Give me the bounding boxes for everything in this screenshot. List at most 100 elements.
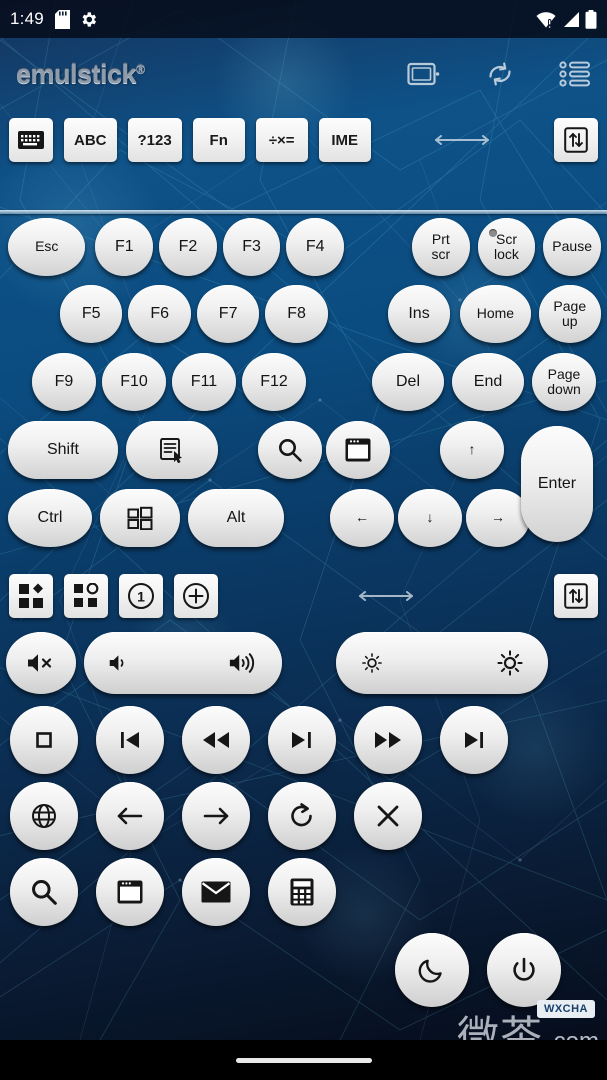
brightness-up-button[interactable] bbox=[496, 649, 524, 677]
rewind-icon bbox=[201, 728, 231, 752]
key-f9[interactable]: F9 bbox=[32, 353, 96, 411]
keyboard-panel: Esc F1 F2 F3 F4 Prt scr Scr lock Pause F… bbox=[0, 214, 607, 552]
sync-icon[interactable] bbox=[485, 60, 515, 88]
fast-forward-button[interactable] bbox=[354, 706, 422, 774]
app-my-computer-button[interactable] bbox=[96, 858, 164, 926]
key-home[interactable]: Home bbox=[460, 285, 531, 343]
app-mail-button[interactable] bbox=[182, 858, 250, 926]
key-context-menu[interactable] bbox=[126, 421, 218, 479]
key-pagedown[interactable]: Page down bbox=[532, 353, 596, 411]
gesture-home-pill[interactable] bbox=[235, 1057, 372, 1063]
browser-stop-button[interactable] bbox=[354, 782, 422, 850]
function-row-3: F9 F10 F11 F12 Del End Page down bbox=[6, 348, 601, 416]
key-alt[interactable]: Alt bbox=[188, 489, 284, 547]
key-end[interactable]: End bbox=[452, 353, 524, 411]
shapes-filled-icon bbox=[18, 583, 44, 609]
swap-layout-button-2[interactable] bbox=[554, 574, 598, 618]
fn-mode-button[interactable]: Fn bbox=[192, 118, 245, 162]
mail-icon bbox=[201, 881, 231, 903]
key-ctrl[interactable]: Ctrl bbox=[8, 489, 92, 547]
cellular-signal-icon bbox=[561, 11, 580, 28]
list-menu-icon[interactable] bbox=[559, 61, 591, 87]
keyboard-toggle-button[interactable] bbox=[9, 118, 53, 162]
search-icon-2 bbox=[30, 878, 58, 906]
window-icon-2 bbox=[117, 880, 143, 904]
symbols-mode-button[interactable]: ?123 bbox=[127, 118, 182, 162]
key-pageup[interactable]: Page up bbox=[538, 285, 601, 343]
status-bar: 1:49 bbox=[0, 0, 607, 38]
layout-filled-button[interactable] bbox=[9, 574, 53, 618]
close-x-icon bbox=[375, 803, 401, 829]
key-scrlock[interactable]: Scr lock bbox=[477, 218, 536, 276]
device-screen-icon[interactable] bbox=[407, 61, 441, 87]
key-prtscr[interactable]: Prt scr bbox=[412, 218, 470, 276]
next-track-button[interactable] bbox=[440, 706, 508, 774]
sleep-button[interactable] bbox=[395, 933, 469, 1007]
ime-mode-button[interactable]: IME bbox=[318, 118, 371, 162]
modifier-row-1: Shift ↑ bbox=[6, 416, 601, 484]
rewind-button[interactable] bbox=[182, 706, 250, 774]
volume-down-button[interactable] bbox=[108, 651, 134, 675]
key-f10[interactable]: F10 bbox=[102, 353, 166, 411]
volume-pill[interactable] bbox=[84, 632, 282, 694]
add-profile-button[interactable] bbox=[174, 574, 218, 618]
play-pause-icon bbox=[289, 728, 315, 752]
math-mode-button[interactable]: ÷×= bbox=[255, 118, 308, 162]
context-menu-icon bbox=[159, 437, 185, 463]
stop-button[interactable] bbox=[10, 706, 78, 774]
app-calculator-button[interactable] bbox=[268, 858, 336, 926]
key-f1[interactable]: F1 bbox=[95, 218, 154, 276]
previous-track-button[interactable] bbox=[96, 706, 164, 774]
app-header: emulstick® bbox=[0, 38, 607, 110]
key-f11[interactable]: F11 bbox=[172, 353, 236, 411]
key-search[interactable] bbox=[258, 421, 322, 479]
swap-layout-button[interactable] bbox=[554, 118, 598, 162]
key-f4[interactable]: F4 bbox=[286, 218, 345, 276]
app-search-button[interactable] bbox=[10, 858, 78, 926]
moon-icon bbox=[418, 956, 446, 984]
profile-one-button[interactable]: 1 bbox=[119, 574, 163, 618]
layout-outline-button[interactable] bbox=[64, 574, 108, 618]
key-arrow-down[interactable]: ↓ bbox=[398, 489, 462, 547]
brightness-down-button[interactable] bbox=[360, 651, 384, 675]
search-icon bbox=[277, 437, 303, 463]
key-arrow-left[interactable]: ← bbox=[330, 489, 394, 547]
key-f2[interactable]: F2 bbox=[159, 218, 217, 276]
keyboard-icon bbox=[18, 131, 44, 149]
svg-text:1: 1 bbox=[137, 589, 145, 605]
key-f12[interactable]: F12 bbox=[242, 353, 306, 411]
circled-1-icon: 1 bbox=[127, 582, 155, 610]
key-esc[interactable]: Esc bbox=[8, 218, 86, 276]
key-f5[interactable]: F5 bbox=[60, 285, 123, 343]
key-del[interactable]: Del bbox=[372, 353, 444, 411]
key-arrow-up[interactable]: ↑ bbox=[440, 421, 504, 479]
key-windows[interactable] bbox=[100, 489, 180, 547]
key-shift[interactable]: Shift bbox=[8, 421, 118, 479]
calculator-icon bbox=[290, 878, 314, 906]
key-window[interactable] bbox=[326, 421, 390, 479]
key-pause[interactable]: Pause bbox=[543, 218, 601, 276]
abc-mode-button[interactable]: ABC bbox=[64, 118, 117, 162]
circled-plus-icon bbox=[182, 582, 210, 610]
mute-button[interactable] bbox=[6, 632, 76, 694]
key-f8[interactable]: F8 bbox=[265, 285, 328, 343]
volume-up-button[interactable] bbox=[228, 651, 258, 675]
play-pause-button[interactable] bbox=[268, 706, 336, 774]
browser-back-button[interactable] bbox=[96, 782, 164, 850]
speaker-mute-icon bbox=[26, 651, 56, 675]
browser-home-button[interactable] bbox=[10, 782, 78, 850]
brightness-pill[interactable] bbox=[336, 632, 548, 694]
power-row bbox=[0, 930, 607, 1010]
browser-refresh-button[interactable] bbox=[268, 782, 336, 850]
emulstick-app-screen: 1:49 emulstick® ABC ?123 Fn ÷×= IME Esc … bbox=[0, 0, 607, 1080]
key-f3[interactable]: F3 bbox=[222, 218, 281, 276]
key-ins[interactable]: Ins bbox=[387, 285, 451, 343]
transport-row bbox=[0, 702, 607, 778]
key-f6[interactable]: F6 bbox=[128, 285, 191, 343]
modifier-row-2: Ctrl Alt ← ↓ → bbox=[6, 484, 601, 552]
key-enter[interactable]: Enter bbox=[521, 426, 593, 542]
browser-forward-button[interactable] bbox=[182, 782, 250, 850]
key-f7[interactable]: F7 bbox=[196, 285, 260, 343]
power-button[interactable] bbox=[487, 933, 561, 1007]
window-icon bbox=[345, 438, 371, 462]
